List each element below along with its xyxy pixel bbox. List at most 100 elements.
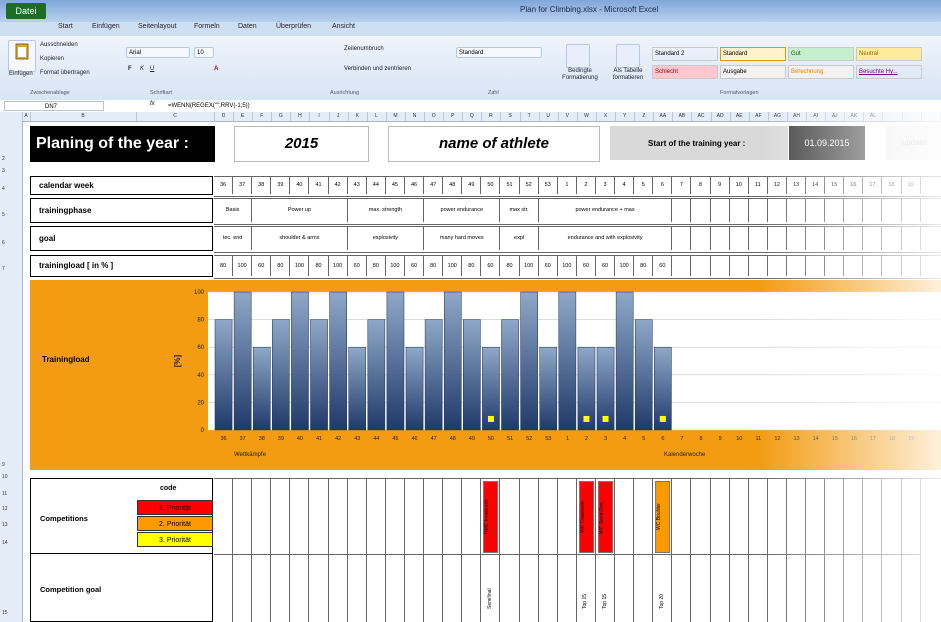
load-cell[interactable] bbox=[787, 256, 807, 276]
column-header[interactable]: S bbox=[501, 112, 521, 121]
load-cell[interactable]: 60 bbox=[252, 256, 272, 276]
competition-cell[interactable] bbox=[692, 479, 711, 622]
load-cell[interactable] bbox=[806, 256, 826, 276]
load-cell[interactable]: 60 bbox=[481, 256, 501, 276]
style-neutral[interactable]: Neutral bbox=[856, 47, 922, 61]
phase-cell[interactable]: Basis bbox=[214, 199, 253, 222]
tab-insert[interactable]: Einfügen bbox=[92, 23, 120, 30]
competition-cell[interactable] bbox=[539, 479, 558, 622]
load-cell[interactable] bbox=[692, 256, 711, 276]
week-cell[interactable]: 38 bbox=[252, 177, 272, 194]
empty-cell[interactable] bbox=[711, 227, 730, 250]
tab-page-layout[interactable]: Seitenlayout bbox=[138, 23, 177, 30]
style-standard-2[interactable]: Standard 2 bbox=[652, 47, 718, 61]
week-cell[interactable]: 52 bbox=[520, 177, 539, 194]
competition-cell[interactable] bbox=[310, 479, 329, 622]
week-cell[interactable]: 1 bbox=[558, 177, 577, 194]
column-header[interactable]: E bbox=[233, 112, 254, 121]
number-format-select[interactable]: Standard bbox=[456, 47, 542, 58]
athlete-name-cell[interactable]: name of athlete bbox=[388, 126, 600, 162]
competition-cell[interactable] bbox=[367, 479, 386, 622]
empty-cell[interactable] bbox=[825, 227, 845, 250]
week-cell[interactable]: 41 bbox=[310, 177, 329, 194]
load-cell[interactable]: 100 bbox=[443, 256, 463, 276]
load-cell[interactable]: 80 bbox=[424, 256, 444, 276]
tab-review[interactable]: Überprüfen bbox=[276, 23, 311, 30]
week-cell[interactable]: 36 bbox=[214, 177, 234, 194]
competition-goal[interactable]: Semifinal bbox=[487, 569, 493, 609]
load-cell[interactable]: 80 bbox=[271, 256, 291, 276]
week-cell[interactable]: 3 bbox=[596, 177, 616, 194]
load-cell[interactable]: 100 bbox=[290, 256, 310, 276]
week-cell[interactable]: 9 bbox=[711, 177, 730, 194]
column-header[interactable]: N bbox=[405, 112, 426, 121]
row-number[interactable]: 14 bbox=[2, 540, 8, 546]
row-number[interactable]: 9 bbox=[2, 462, 5, 468]
row-number[interactable]: 12 bbox=[2, 506, 8, 512]
week-cell[interactable]: 10 bbox=[730, 177, 749, 194]
load-cell[interactable] bbox=[844, 256, 864, 276]
tab-start[interactable]: Start bbox=[58, 23, 73, 30]
competition-cell[interactable] bbox=[443, 479, 463, 622]
load-cell[interactable] bbox=[883, 256, 902, 276]
competition-cell[interactable] bbox=[883, 479, 902, 622]
column-header[interactable]: J bbox=[329, 112, 349, 121]
load-cell[interactable]: 100 bbox=[386, 256, 405, 276]
week-cell[interactable]: 17 bbox=[863, 177, 883, 194]
empty-cell[interactable] bbox=[768, 227, 787, 250]
goal-cell[interactable]: explosivity bbox=[348, 227, 425, 250]
competition-cell[interactable] bbox=[615, 479, 635, 622]
column-header[interactable] bbox=[0, 112, 23, 121]
load-cell[interactable] bbox=[749, 256, 768, 276]
column-header[interactable]: O bbox=[424, 112, 445, 121]
empty-cell[interactable] bbox=[844, 227, 864, 250]
file-menu-button[interactable]: Datei bbox=[6, 3, 46, 19]
column-header[interactable]: L bbox=[367, 112, 387, 121]
column-header[interactable] bbox=[921, 112, 941, 121]
column-header[interactable]: Z bbox=[634, 112, 655, 121]
tab-formulas[interactable]: Formeln bbox=[194, 23, 220, 30]
empty-cell[interactable] bbox=[844, 199, 864, 222]
competition-cell[interactable] bbox=[462, 479, 482, 622]
column-header[interactable]: H bbox=[290, 112, 311, 121]
load-cell[interactable]: 80 bbox=[501, 256, 520, 276]
empty-cell[interactable] bbox=[902, 199, 921, 222]
row-number[interactable]: 4 bbox=[2, 186, 5, 192]
goal-cell[interactable]: expl bbox=[501, 227, 539, 250]
font-color-button[interactable]: A bbox=[214, 66, 218, 72]
week-cell[interactable]: 18 bbox=[883, 177, 902, 194]
empty-cell[interactable] bbox=[902, 227, 921, 250]
column-header[interactable]: AE bbox=[730, 112, 750, 121]
competition-cell[interactable] bbox=[405, 479, 425, 622]
update-button[interactable]: update bbox=[886, 126, 941, 160]
row-number[interactable]: 13 bbox=[2, 522, 8, 528]
trainingload-chart[interactable]: 020406080100[%]36 37 38 39 40 41 42 43 44 45 46 47 4… bbox=[160, 282, 941, 468]
week-cell[interactable]: 13 bbox=[787, 177, 807, 194]
italic-button[interactable]: K bbox=[140, 66, 144, 72]
load-cell[interactable]: 60 bbox=[577, 256, 596, 276]
column-header[interactable] bbox=[883, 112, 903, 121]
load-cell[interactable]: 60 bbox=[405, 256, 425, 276]
competition-goal[interactable]: Top 15 bbox=[582, 569, 588, 609]
phase-cell[interactable]: Power up bbox=[252, 199, 348, 222]
competition-cell[interactable] bbox=[424, 479, 444, 622]
empty-cell[interactable] bbox=[806, 199, 826, 222]
column-header[interactable]: AH bbox=[787, 112, 808, 121]
phase-cell[interactable]: power endurance bbox=[424, 199, 501, 222]
competition-event[interactable]: WC Chamonix bbox=[578, 481, 594, 553]
column-header[interactable]: W bbox=[577, 112, 597, 121]
week-cell[interactable]: 48 bbox=[443, 177, 463, 194]
column-header[interactable]: T bbox=[520, 112, 540, 121]
competition-cell[interactable] bbox=[271, 479, 291, 622]
week-cell[interactable]: 46 bbox=[405, 177, 425, 194]
competition-goal[interactable]: Top 15 bbox=[602, 569, 608, 609]
column-header[interactable]: AI bbox=[806, 112, 827, 121]
week-cell[interactable]: 47 bbox=[424, 177, 444, 194]
week-cell[interactable]: 7 bbox=[672, 177, 692, 194]
row-number[interactable]: 11 bbox=[2, 491, 7, 497]
cut-button[interactable]: Ausschneiden bbox=[40, 42, 78, 48]
goal-cell[interactable]: many hard moves bbox=[424, 227, 501, 250]
competition-cell[interactable] bbox=[634, 479, 654, 622]
load-cell[interactable] bbox=[863, 256, 883, 276]
competition-cell[interactable] bbox=[825, 479, 845, 622]
